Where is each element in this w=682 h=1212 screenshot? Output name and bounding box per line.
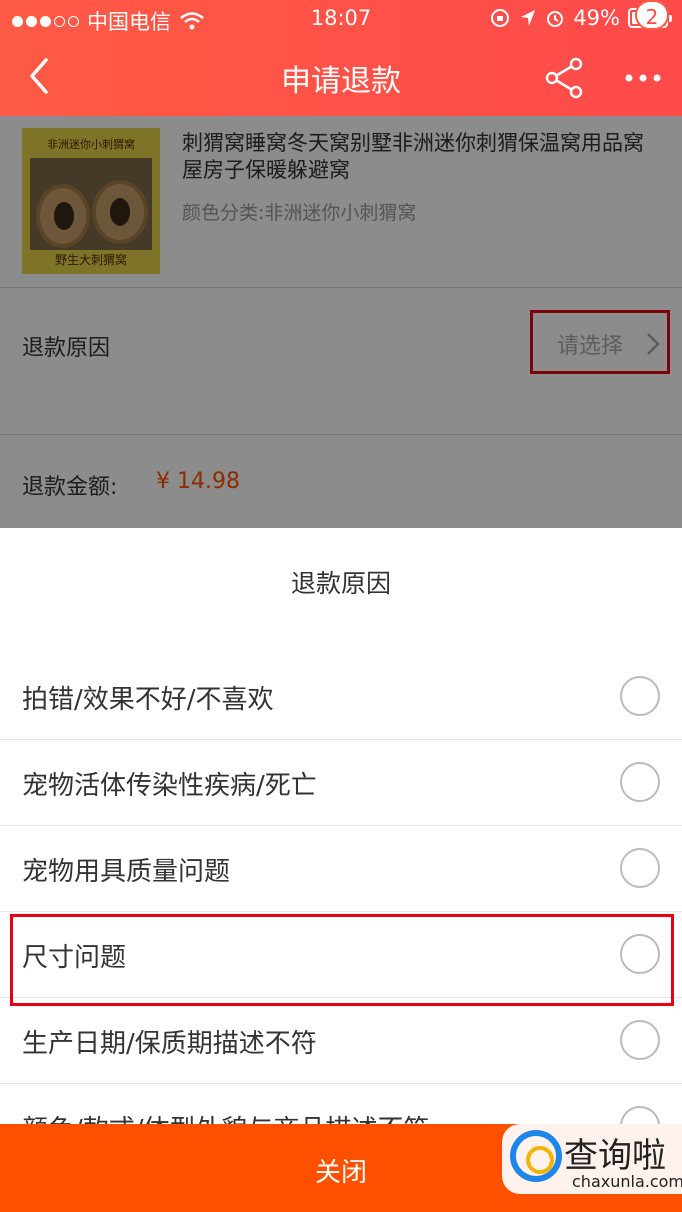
reason-option[interactable]: 拍错/效果不好/不喜欢 [0, 654, 682, 740]
status-bar: 中国电信 18:07 49% [0, 0, 682, 38]
watermark-text: 查询啦 [564, 1136, 666, 1176]
battery-percent: 49% [573, 6, 620, 30]
highlight-box [10, 914, 674, 1006]
nav-bar: 申请退款 [0, 38, 682, 116]
radio-button[interactable] [620, 848, 660, 888]
rotation-lock-icon [491, 9, 510, 27]
reason-option-label: 宠物活体传染性疾病/死亡 [22, 771, 317, 801]
watermark-logo: 查询啦 chaxunla.com [502, 1124, 682, 1194]
reason-option[interactable]: 颜色/款式/体型外貌与商品描述不符 [0, 1084, 682, 1124]
reason-option-label: 生产日期/保质期描述不符 [22, 1029, 317, 1059]
back-icon[interactable] [20, 54, 60, 98]
reason-option-label: 宠物用具质量问题 [22, 857, 231, 887]
reason-option-label: 颜色/款式/体型外貌与商品描述不符 [22, 1109, 430, 1124]
top-bar: 中国电信 18:07 49% 申请退款 2 [0, 0, 682, 116]
reason-option-label: 拍错/效果不好/不喜欢 [22, 685, 274, 715]
message-badge: 2 [635, 0, 669, 30]
more-icon[interactable] [618, 56, 668, 100]
watermark-url: chaxunla.com [572, 1172, 682, 1191]
sheet-title: 退款原因 [290, 569, 391, 598]
radio-button[interactable] [620, 1020, 660, 1060]
alarm-icon [547, 11, 564, 27]
radio-button[interactable] [620, 676, 660, 716]
reason-option[interactable]: 生产日期/保质期描述不符 [0, 998, 682, 1084]
reason-option[interactable]: 宠物用具质量问题 [0, 826, 682, 912]
reason-sheet: 退款原因 拍错/效果不好/不喜欢 宠物活体传染性疾病/死亡 宠物用具质量问题 尺… [0, 528, 682, 1124]
location-icon [521, 10, 536, 26]
radio-button[interactable] [620, 762, 660, 802]
modal-overlay[interactable] [0, 116, 682, 528]
share-icon[interactable] [542, 56, 586, 100]
reason-option[interactable]: 宠物活体传染性疾病/死亡 [0, 740, 682, 826]
watermark-icon [510, 1130, 562, 1182]
radio-button[interactable] [620, 1106, 660, 1124]
